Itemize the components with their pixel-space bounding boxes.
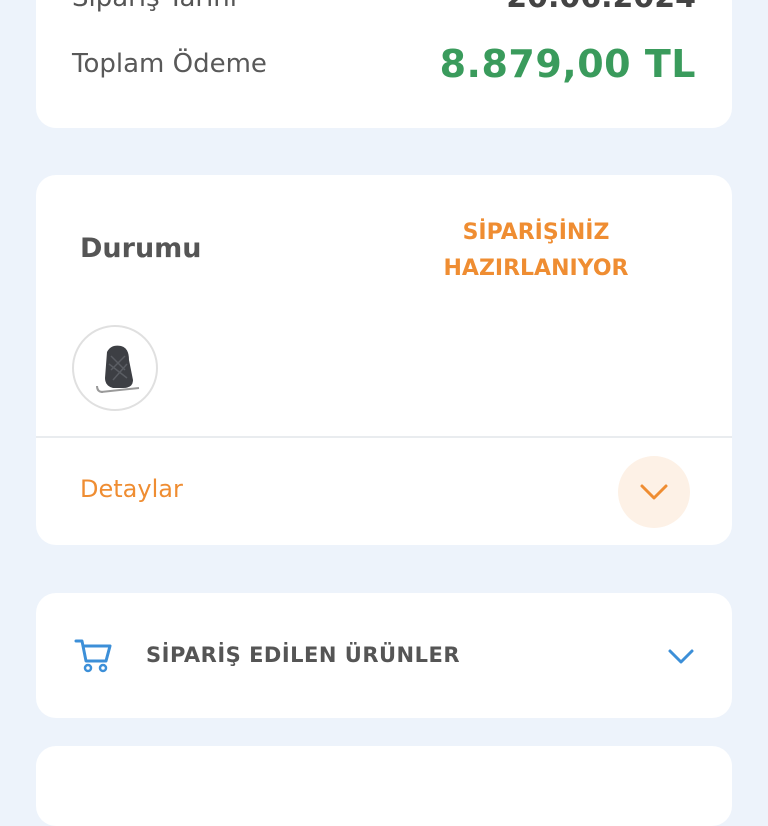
total-payment-label: Toplam Ödeme <box>72 49 267 79</box>
next-card <box>36 746 732 826</box>
baby-bouncer-image <box>96 345 140 393</box>
total-payment-value: 8.879,00 TL <box>439 42 696 86</box>
status-value-line2: HAZIRLANIYOR <box>443 256 629 281</box>
shopping-cart-icon <box>74 639 112 673</box>
status-value-line1: SİPARİŞİNİZ <box>462 220 610 245</box>
details-toggle-button[interactable] <box>618 456 690 528</box>
details-label[interactable]: Detaylar <box>80 475 183 503</box>
status-label: Durumu <box>80 233 202 264</box>
ordered-products-card[interactable]: SİPARİŞ EDİLEN ÜRÜNLER <box>36 593 732 718</box>
chevron-down-icon <box>640 484 668 500</box>
order-summary-card: Sipariş Tarihi 20.06.2024 Toplam Ödeme 8… <box>36 0 732 128</box>
order-status-card: Durumu SİPARİŞİNİZ HAZIRLANIYOR Detaylar <box>36 175 732 545</box>
order-date-label: Sipariş Tarihi <box>72 0 237 13</box>
total-payment-row: Toplam Ödeme 8.879,00 TL <box>72 42 696 86</box>
ordered-products-title: SİPARİŞ EDİLEN ÜRÜNLER <box>146 643 461 667</box>
chevron-down-icon[interactable] <box>666 643 696 669</box>
order-date-value: 20.06.2024 <box>506 0 696 15</box>
status-value: SİPARİŞİNİZ HAZIRLANIYOR <box>416 215 656 287</box>
divider <box>36 436 732 438</box>
order-date-row: Sipariş Tarihi 20.06.2024 <box>72 0 696 15</box>
product-thumbnail[interactable] <box>72 325 158 411</box>
